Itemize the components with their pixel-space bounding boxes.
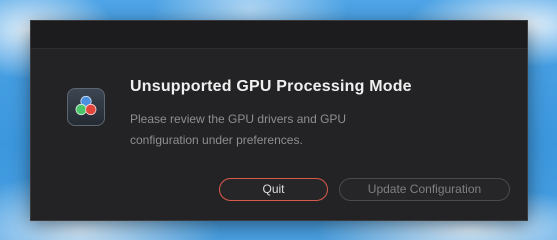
dialog-message: Please review the GPU drivers and GPU co…	[130, 112, 347, 147]
dialog-title-bar[interactable]	[31, 21, 527, 49]
dialog-title: Unsupported GPU Processing Mode	[130, 78, 412, 95]
quit-button[interactable]: Quit	[219, 178, 328, 201]
davinci-resolve-app-icon	[67, 88, 105, 126]
alert-dialog: Unsupported GPU Processing Mode Please r…	[30, 20, 528, 221]
color-dots-icon	[75, 95, 97, 116]
update-configuration-button[interactable]: Update Configuration	[339, 178, 510, 201]
